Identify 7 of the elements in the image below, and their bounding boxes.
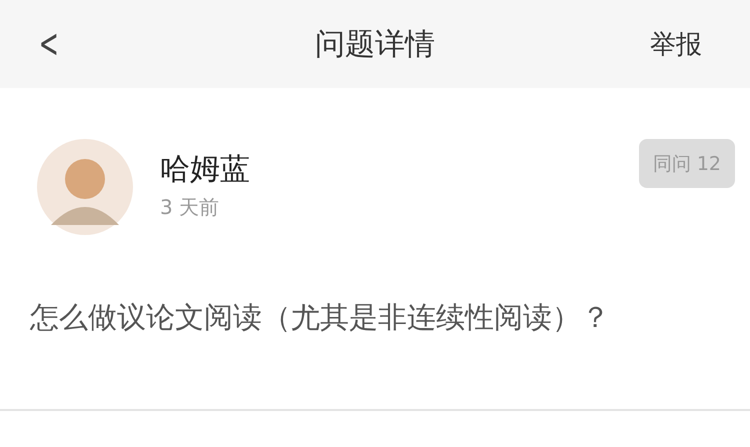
back-button[interactable]: <: [38, 21, 59, 67]
report-link[interactable]: 举报: [650, 26, 702, 62]
page-title: 问题详情: [315, 26, 435, 64]
question-text: 怎么做议论文阅读（尤其是非连续性阅读）？: [30, 299, 611, 336]
post-time: 3 天前: [160, 194, 220, 221]
author-name: 哈姆蓝: [160, 151, 251, 189]
avatar-icon: [37, 139, 133, 235]
